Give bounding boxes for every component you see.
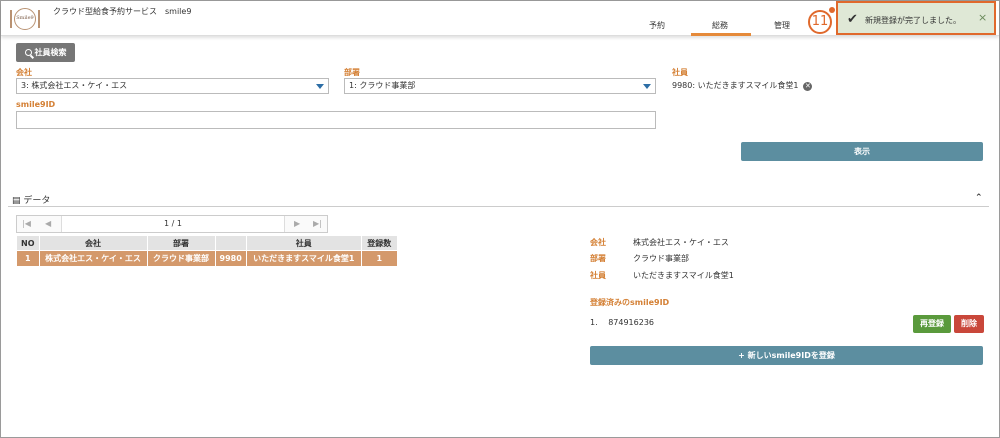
pager: |◀ ◀ 1 / 1 ▶ ▶| <box>16 215 328 233</box>
registered-ids-label: 登録済みのsmile9ID <box>590 298 670 307</box>
table-header-row: NO 会社 部署 社員 登録数 <box>16 235 398 251</box>
last-page-icon[interactable]: ▶| <box>313 219 322 228</box>
detail-employee-label: 社員 <box>590 271 606 280</box>
cell-company: 株式会社エス・ケイ・エス <box>38 250 148 267</box>
column-header: 部署 <box>146 235 216 251</box>
employee-value-text: 9980: いただきますスマイル食堂1 <box>672 81 799 90</box>
logo: Smile9 <box>9 5 41 33</box>
department-label: 部署 <box>344 68 360 77</box>
chevron-down-icon <box>316 84 324 89</box>
employee-search-label: 社員検索 <box>34 48 67 57</box>
employee-value: 9980: いただきますスマイル食堂1 ✕ <box>672 80 813 91</box>
add-smile9id-button[interactable]: + 新しいsmile9IDを登録 <box>590 346 983 365</box>
chevron-down-icon <box>643 84 651 89</box>
list-item: 1. 874916236 <box>590 318 654 327</box>
notification-dot <box>829 7 835 13</box>
show-button[interactable]: 表示 <box>741 142 983 161</box>
detail-company-label: 会社 <box>590 238 606 247</box>
collapse-icon[interactable]: ⌃ <box>975 193 983 203</box>
active-tab-indicator <box>691 33 751 36</box>
step-badge: 11 <box>808 10 832 34</box>
department-select[interactable]: 1: クラウド事業部 <box>344 78 656 94</box>
close-icon[interactable]: × <box>978 11 987 24</box>
clear-icon[interactable]: ✕ <box>803 82 813 91</box>
column-header: NO <box>16 235 40 251</box>
cell-count: 1 <box>360 250 398 267</box>
app-title: クラウド型給食予約サービス smile9 <box>53 7 192 16</box>
check-icon: ✔ <box>847 12 858 27</box>
column-header: 会社 <box>38 235 148 251</box>
employee-search-button[interactable]: 社員検索 <box>16 43 75 62</box>
employee-label: 社員 <box>672 68 688 77</box>
registered-item-no: 1. <box>590 318 598 327</box>
fork-icon <box>10 10 12 28</box>
reregister-button[interactable]: 再登録 <box>913 315 951 333</box>
section-divider <box>8 206 989 207</box>
tab-general-affairs[interactable]: 総務 <box>712 20 728 31</box>
detail-employee-value: いただきますスマイル食堂1 <box>633 271 734 280</box>
department-select-value: 1: クラウド事業部 <box>349 81 416 90</box>
knife-icon <box>38 10 40 28</box>
detail-department-label: 部署 <box>590 254 606 263</box>
company-select-value: 3: 株式会社エス・ケイ・エス <box>21 81 128 90</box>
data-section-header: ▤ データ <box>12 193 50 206</box>
table-row[interactable]: 1 株式会社エス・ケイ・エス クラウド事業部 9980 いただきますスマイル食堂… <box>16 250 398 267</box>
tab-admin[interactable]: 管理 <box>774 20 790 31</box>
logo-text: Smile9 <box>16 15 34 21</box>
column-header: 社員 <box>245 235 362 251</box>
next-page-icon[interactable]: ▶ <box>294 219 300 228</box>
success-toast: ✔ 新規登録が完了しました。 × <box>836 1 996 35</box>
registered-item-id: 874916236 <box>608 318 654 327</box>
cell-employee: いただきますスマイル食堂1 <box>245 250 362 267</box>
cell-department: クラウド事業部 <box>146 250 216 267</box>
detail-department-value: クラウド事業部 <box>633 254 689 263</box>
delete-button[interactable]: 削除 <box>954 315 984 333</box>
toast-message: 新規登録が完了しました。 <box>865 16 961 25</box>
data-section-title: データ <box>23 196 51 206</box>
company-label: 会社 <box>16 68 32 77</box>
table-icon: ▤ <box>12 196 21 206</box>
column-header: 登録数 <box>360 235 398 251</box>
prev-page-icon[interactable]: ◀ <box>45 219 51 228</box>
company-select[interactable]: 3: 株式会社エス・ケイ・エス <box>16 78 329 94</box>
plate-icon: Smile9 <box>14 8 36 30</box>
cell-employee-code: 9980 <box>214 250 247 267</box>
tab-reservation[interactable]: 予約 <box>649 20 665 31</box>
first-page-icon[interactable]: |◀ <box>22 219 31 228</box>
column-header <box>214 235 247 251</box>
search-icon <box>24 49 32 56</box>
detail-company-value: 株式会社エス・ケイ・エス <box>633 238 729 247</box>
data-table: NO 会社 部署 社員 登録数 1 株式会社エス・ケイ・エス クラウド事業部 9… <box>16 235 398 267</box>
smile9id-input[interactable] <box>16 111 656 129</box>
page-indicator: 1 / 1 <box>61 216 285 232</box>
smile9id-label: smile9ID <box>16 100 56 109</box>
cell-no: 1 <box>16 250 40 267</box>
